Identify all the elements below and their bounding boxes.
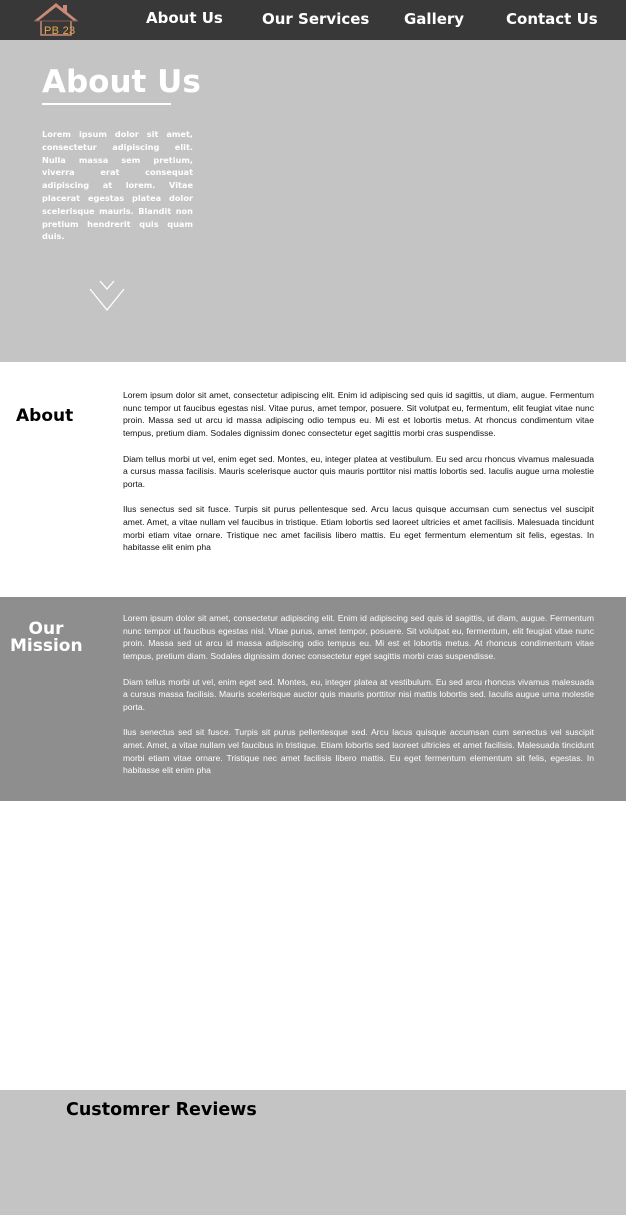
about-text: Lorem ipsum dolor sit amet, consectetur …	[123, 389, 594, 567]
hero-text: Lorem ipsum dolor sit amet, consectetur …	[42, 129, 193, 242]
hero-title-underline	[42, 103, 171, 105]
nav-link-about-us[interactable]: About Us	[146, 9, 223, 27]
logo-text: PB 23	[44, 25, 76, 37]
mission-paragraph: Ilus senectus sed sit fusce. Turpis sit …	[123, 727, 594, 776]
mission-paragraph: Lorem ipsum dolor sit amet, consectetur …	[123, 613, 594, 662]
about-paragraph: Ilus senectus sed sit fusce. Turpis sit …	[123, 504, 594, 553]
about-paragraph: Lorem ipsum dolor sit amet, consectetur …	[123, 390, 594, 439]
nav-link-our-services[interactable]: Our Services	[262, 10, 369, 28]
hero-section: About Us Lorem ipsum dolor sit amet, con…	[0, 40, 626, 362]
nav-link-gallery[interactable]: Gallery	[404, 10, 464, 28]
about-label: About	[16, 406, 74, 426]
hero-title: About Us	[42, 64, 201, 100]
mission-label: Our Mission	[10, 621, 83, 656]
nav-link-contact-us[interactable]: Contact Us	[506, 10, 598, 28]
top-nav: PB 23 About Us Our Services Gallery Cont…	[0, 0, 626, 40]
mission-text: Lorem ipsum dolor sit amet, consectetur …	[123, 612, 594, 790]
mission-paragraph: Diam tellus morbi ut vel, enim eget sed.…	[123, 676, 594, 712]
logo[interactable]: PB 23	[30, 1, 86, 39]
reviews-title: Customrer Reviews	[66, 1100, 257, 1120]
about-paragraph: Diam tellus morbi ut vel, enim eget sed.…	[123, 453, 594, 489]
scroll-down-chevron-icon[interactable]	[88, 280, 126, 312]
mission-label-line-2: Mission	[10, 636, 83, 656]
